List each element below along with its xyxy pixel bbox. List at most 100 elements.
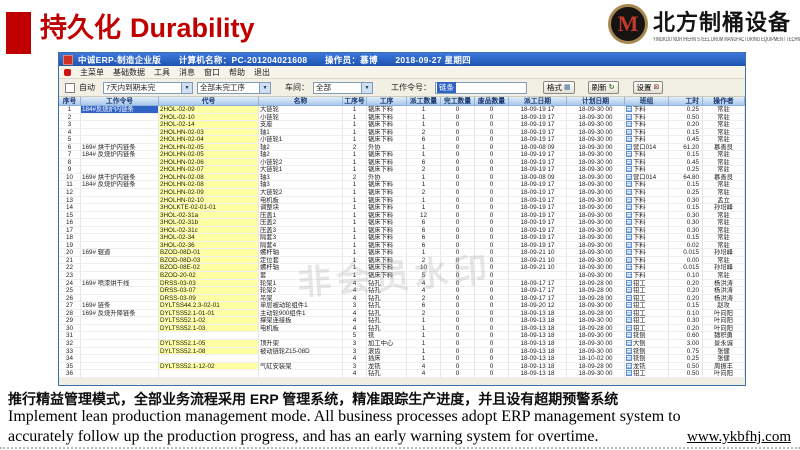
table-cell: 1 — [343, 129, 367, 137]
table-row[interactable]: 42HOLHN-02-03轴11锯床下料20018-09-19 1718-09-… — [59, 129, 745, 137]
workshop-dropdown[interactable]: 全部▼ — [313, 82, 373, 94]
table-row[interactable]: 29DYLTSS52.1-02撑架连接板4钻孔10018-09-13 1818-… — [59, 317, 745, 325]
table-row[interactable]: 7184# 反烧炉内链条2HOLHN-02-05轴21锯床下料10018-09-… — [59, 151, 745, 159]
menu-item-main[interactable]: 主菜单 — [80, 67, 104, 78]
auto-checkbox-label: 自动 — [79, 82, 95, 93]
table-row[interactable]: 364钻孔40018-09-13 1818-09-30 00钳工0.50叶向阳 — [59, 370, 745, 378]
table-row[interactable]: 193HOL-02-36隔套41锯床下料60018-09-19 1718-09-… — [59, 242, 745, 250]
column-header[interactable]: 派工日期 — [509, 97, 567, 106]
table-row[interactable]: 143HOLKTE-02-01-01调整块1锯床下料10018-09-19 17… — [59, 204, 745, 212]
table-cell: 2 — [343, 174, 367, 182]
table-cell: 1 — [407, 249, 441, 257]
column-header[interactable]: 完工数量 — [441, 97, 475, 106]
table-cell: 0 — [475, 189, 509, 197]
column-header[interactable]: 工作令号 — [81, 97, 159, 106]
column-header[interactable]: 序号 — [59, 97, 81, 106]
table-cell — [259, 370, 343, 378]
table-cell: 6 — [407, 136, 441, 144]
menu-item-basedata[interactable]: 基础数据 — [113, 67, 145, 78]
table-cell: 0 — [475, 249, 509, 257]
refresh-button[interactable]: 刷新↻ — [588, 81, 619, 94]
table-row[interactable]: 6169# 烘干炉内链条2HOLHN-02-05轴22外协10018-09-08… — [59, 144, 745, 152]
table-row[interactable]: 122HOLHN-02-09大链轮21锯床下料20018-09-19 1718-… — [59, 189, 745, 197]
menu-item-exit[interactable]: 退出 — [254, 67, 270, 78]
column-header[interactable]: 派工数量 — [407, 97, 441, 106]
table-cell: 0 — [441, 227, 475, 235]
table-cell: 0 — [475, 227, 509, 235]
process-filter-dropdown[interactable]: 全部未完工序▼ — [197, 82, 271, 94]
column-header[interactable]: 班组 — [625, 97, 669, 106]
table-row[interactable]: 315铣10018-09-13 1818-09-30 00铣刨0.60魏积勇 — [59, 332, 745, 340]
table-row[interactable]: 33DYLTSS52.1-08被动链轮Z15-08D3滚齿10018-09-13… — [59, 348, 745, 356]
table-cell: 0 — [475, 310, 509, 318]
menu-item-window[interactable]: 窗口 — [204, 67, 220, 78]
table-row[interactable]: 21BZOD-08D-03定位套1锯床下料20018-09-21 1018-09… — [59, 257, 745, 265]
table-row[interactable]: 344插床10018-09-13 1818-10-02 00铣刨0.25张健 — [59, 355, 745, 363]
menu-item-help[interactable]: 帮助 — [229, 67, 245, 78]
table-row[interactable]: 24169# 喷漆烘干线DRSS-03-03轮架14钻孔40018-09-17 … — [59, 280, 745, 288]
erp-menubar: 主菜单 基础数据 工具 消息 窗口 帮助 退出 — [59, 66, 745, 79]
table-row[interactable]: 173HOL-02-31c压盖31锯床下料60018-09-19 1718-09… — [59, 227, 745, 235]
table-row[interactable]: 26DRSS-03-09吊架4钻孔20018-09-17 1718-09-28 … — [59, 295, 745, 303]
table-cell: 4 — [59, 129, 81, 137]
table-cell: 景永诚 — [703, 340, 745, 348]
table-row[interactable]: 22HOL-02-10小链轮1锯床下料10018-09-19 1718-09-3… — [59, 114, 745, 122]
menu-item-messages[interactable]: 消息 — [179, 67, 195, 78]
menu-item-tools[interactable]: 工具 — [154, 67, 170, 78]
table-row[interactable]: 153HOL-02-31a压盖11锯床下料120018-09-19 1718-0… — [59, 212, 745, 220]
table-row[interactable]: 23BZOD-20-02套1锯床下料50018-09-30 00下料0.10常驻 — [59, 272, 745, 280]
table-row[interactable]: 28169# 反烧升降链条DYLTSS52.1-01-01主动轮900组件14钻… — [59, 310, 745, 318]
table-cell: 7 — [59, 151, 81, 159]
table-cell: 常驻 — [703, 151, 745, 159]
table-cell: 169# 链条 — [81, 302, 159, 310]
table-row[interactable]: 22BZOD-08E-02螺杆轴1锯床下料100018-09-21 1018-0… — [59, 264, 745, 272]
team-icon — [626, 136, 632, 142]
table-row[interactable]: 27169# 链条DYLTSS44.2.3-02-01单层被动轮组件13钻孔60… — [59, 302, 745, 310]
auto-checkbox[interactable] — [65, 83, 75, 93]
table-row[interactable]: 132HOLHN-02-10电机板1锯床下料10018-09-19 1718-0… — [59, 197, 745, 205]
table-row[interactable]: 25DRSS-03-07轮架24钻孔40018-09-17 1718-09-28… — [59, 287, 745, 295]
table-row[interactable]: 11184# 反烧炉内链条2HOLHN-02-08轴31锯床下料10018-09… — [59, 181, 745, 189]
column-header[interactable]: 计划日期 — [567, 97, 625, 106]
column-header[interactable]: 工序号 — [343, 97, 367, 106]
column-header[interactable]: 工序 — [367, 97, 407, 106]
table-row[interactable]: 10169# 烘干炉内链条2HOLHN-02-08轴32外协10018-09-0… — [59, 174, 745, 182]
slide: 持久化Durability M 北方制桶设备 YINGKOU NORTHERN … — [0, 0, 800, 450]
team-icon — [626, 287, 632, 293]
table-row[interactable]: 52HOLHN-02-04小链轮11锯床下料60018-09-19 1718-0… — [59, 136, 745, 144]
table-row[interactable]: 20169# 辊道BZOD-08D-01螺杆轴1锯床下料10018-09-21 … — [59, 249, 745, 257]
table-cell — [81, 212, 159, 220]
table-row[interactable]: 92HOLHN-02-07大链轮11锯床下料20018-09-19 1718-0… — [59, 166, 745, 174]
table-cell: 1 — [407, 106, 441, 114]
table-row[interactable]: 32DYLTSS52.1-05顶升架3加工中心10018-09-13 1818-… — [59, 340, 745, 348]
table-cell: 滚齿 — [367, 348, 407, 356]
column-header[interactable]: 废品数量 — [475, 97, 509, 106]
column-header[interactable]: 工时 — [669, 97, 703, 106]
table-row[interactable]: 183HOL-02-34隔套31锯床下料60018-09-19 1718-09-… — [59, 234, 745, 242]
column-header[interactable]: 名称 — [259, 97, 343, 106]
format-button[interactable]: 格式▦ — [543, 81, 575, 94]
table-cell: 大链轮2 — [259, 189, 343, 197]
table-cell: 下料 — [625, 219, 669, 227]
table-row[interactable]: 163HOL-02-31b压盖21锯床下料60018-09-19 1718-09… — [59, 219, 745, 227]
table-cell: 锯床下料 — [367, 181, 407, 189]
due-filter-dropdown[interactable]: 7天内到期未完▼ — [103, 82, 193, 94]
work-order-input[interactable]: 链条 — [435, 82, 527, 94]
table-cell: 1 — [407, 204, 441, 212]
table-cell: 0 — [475, 272, 509, 280]
table-cell: 184# 反烧炉内链条 — [81, 151, 159, 159]
table-cell: 2HOLHN-02-10 — [159, 197, 259, 205]
erp-titlebar[interactable]: 中诚ERP-制造企业版 计算机名称：PC-201204021608 操作员：慕博… — [59, 53, 745, 66]
column-header[interactable]: 操作者 — [703, 97, 745, 106]
table-cell: 21 — [59, 257, 81, 265]
table-row[interactable]: 82HOLHN-02-06小链轮21锯床下料60018-09-19 1718-0… — [59, 159, 745, 167]
table-cell: 1 — [407, 174, 441, 182]
table-cell: 18-09-30 00 — [567, 159, 625, 167]
table-row[interactable]: 1184#反烧炉内链条2HOL-02-09大链轮1锯床下料10018-09-19… — [59, 106, 745, 114]
settings-button[interactable]: 设置⊠ — [633, 81, 664, 94]
table-row[interactable]: 30DYLTSS52.1-03电机板4钻孔10018-09-13 1818-09… — [59, 325, 745, 333]
table-cell: 18-09-30 00 — [567, 348, 625, 356]
table-row[interactable]: 35DYLTSS52.1-12-02气缸安装架3龙铣40018-09-13 18… — [59, 363, 745, 371]
column-header[interactable]: 代号 — [159, 97, 259, 106]
table-row[interactable]: 32HOL-02-14支座1锯床下料10018-09-19 1718-09-30… — [59, 121, 745, 129]
